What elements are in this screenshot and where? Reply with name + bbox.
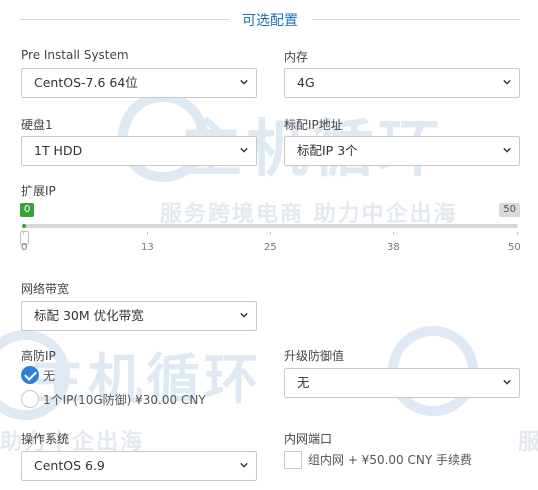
os-label: 操作系统: [21, 432, 70, 446]
chevron-down-icon: [503, 79, 511, 85]
ddos-ip-option-none[interactable]: 无: [21, 366, 221, 386]
ddos-upgrade-label: 升级防御值: [284, 349, 345, 363]
radio-checked-icon[interactable]: [21, 366, 39, 384]
ddos-ip-option-label: 1个IP(10G防御) ¥30.00 CNY: [43, 393, 206, 407]
os-value: CentOS 6.9: [34, 458, 105, 473]
slider-current-badge: 0: [20, 203, 35, 217]
pre-install-select[interactable]: CentOS-7.6 64位: [21, 68, 257, 98]
chevron-down-icon: [503, 379, 511, 385]
checkbox-unchecked-icon[interactable]: [284, 451, 302, 469]
radio-unchecked-icon[interactable]: [21, 390, 39, 408]
slider-track-fill: [22, 224, 26, 228]
chevron-down-icon: [503, 147, 511, 153]
lan-port-label: 内网端口: [284, 432, 333, 446]
memory-label: 内存: [284, 50, 309, 64]
slider-tick-label: 0: [21, 242, 28, 253]
slider-tick-label: 50: [508, 242, 521, 253]
slider-tick: [147, 232, 148, 235]
chevron-down-icon: [240, 147, 248, 153]
chevron-down-icon: [240, 79, 248, 85]
pre-install-label: Pre Install System: [21, 48, 129, 62]
disk-select[interactable]: 1T HDD: [21, 136, 257, 166]
ext-ip-label: 扩展IP: [21, 184, 56, 198]
bandwidth-value: 标配 30M 优化带宽: [34, 308, 144, 323]
slider-tick: [517, 232, 518, 235]
ddos-ip-option-1ip[interactable]: 1个IP(10G防御) ¥30.00 CNY: [21, 390, 251, 410]
std-ip-select[interactable]: 标配IP 3个: [284, 136, 520, 166]
section-header: 可选配置: [0, 8, 538, 32]
slider-tick: [270, 232, 271, 235]
ext-ip-slider[interactable]: 0 50 0 13 25 38 50: [20, 200, 521, 260]
std-ip-value: 标配IP 3个: [297, 143, 358, 158]
memory-value: 4G: [297, 75, 315, 90]
slider-track[interactable]: [22, 224, 518, 228]
ddos-ip-option-label: 无: [43, 369, 56, 383]
lan-port-option[interactable]: 组内网 + ¥50.00 CNY 手续费: [284, 450, 524, 470]
bandwidth-select[interactable]: 标配 30M 优化带宽: [21, 301, 257, 331]
pre-install-value: CentOS-7.6 64位: [34, 75, 138, 90]
ddos-upgrade-value: 无: [297, 375, 310, 390]
divider-left: [20, 19, 230, 20]
chevron-down-icon: [240, 312, 248, 318]
disk-label: 硬盘1: [21, 118, 53, 132]
std-ip-label: 标配IP地址: [284, 118, 343, 132]
slider-tick-label: 13: [141, 242, 154, 253]
slider-max-badge: 50: [499, 203, 520, 217]
slider-tick: [23, 232, 24, 235]
ddos-ip-label: 高防IP: [21, 349, 56, 363]
ddos-upgrade-select[interactable]: 无: [284, 368, 520, 398]
os-select[interactable]: CentOS 6.9: [21, 451, 257, 481]
slider-tick: [393, 232, 394, 235]
section-title: 可选配置: [242, 13, 298, 29]
slider-tick-label: 38: [387, 242, 400, 253]
slider-tick-label: 25: [264, 242, 277, 253]
disk-value: 1T HDD: [34, 143, 83, 158]
divider-right: [312, 19, 520, 20]
bandwidth-label: 网络带宽: [21, 282, 70, 296]
memory-select[interactable]: 4G: [284, 68, 520, 98]
chevron-down-icon: [240, 462, 248, 468]
lan-port-option-label: 组内网 + ¥50.00 CNY 手续费: [308, 453, 472, 467]
